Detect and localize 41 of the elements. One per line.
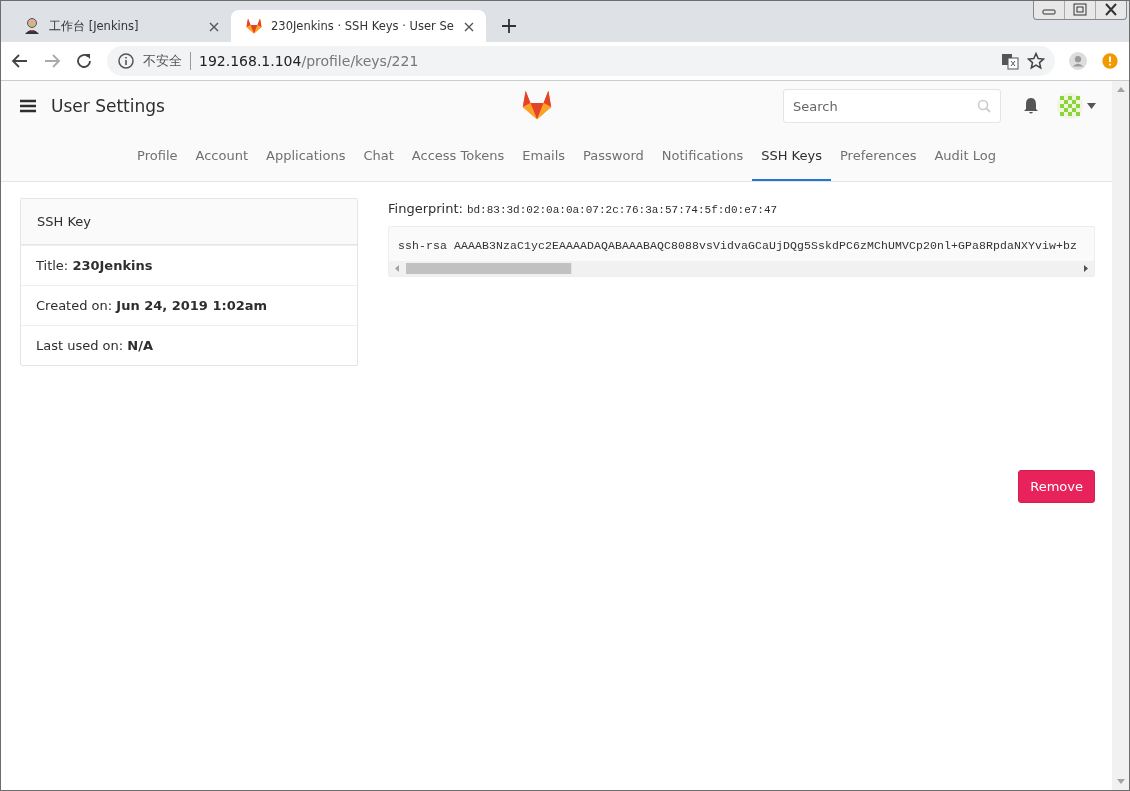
nav-tab[interactable]: Audit Log: [925, 131, 1005, 181]
person-icon: [23, 17, 41, 35]
nav-tab[interactable]: Preferences: [830, 131, 926, 181]
browser-tab[interactable]: 工作台 [Jenkins]: [9, 10, 231, 42]
close-icon[interactable]: [463, 21, 474, 32]
page-title: User Settings: [51, 96, 165, 116]
key-detail: Last used on: N/A: [21, 325, 357, 365]
translate-icon[interactable]: [1001, 52, 1019, 70]
nav-tab[interactable]: SSH Keys: [752, 131, 831, 181]
nav-tab[interactable]: Chat: [354, 131, 403, 181]
close-icon[interactable]: [209, 21, 219, 32]
search-field[interactable]: Search: [783, 89, 1001, 123]
key-detail: Title: 230Jenkins: [21, 245, 357, 285]
nav-tab[interactable]: Notifications: [652, 131, 753, 181]
address-bar[interactable]: 不安全 192.168.1.104/profile/keys/221: [107, 46, 1055, 76]
nav-tab[interactable]: Access Tokens: [402, 131, 514, 181]
back-arrow-icon[interactable]: [11, 52, 29, 70]
nav-tab[interactable]: Profile: [128, 131, 187, 181]
url-text: 192.168.1.104/profile/keys/221: [199, 53, 419, 69]
key-detail: Created on: Jun 24, 2019 1:02am: [21, 285, 357, 325]
nav-tab[interactable]: Emails: [513, 131, 575, 181]
caret-icon[interactable]: [1087, 103, 1096, 109]
browser-tab[interactable]: 230Jenkins · SSH Keys · User Se: [231, 10, 486, 42]
nav-tab[interactable]: Password: [574, 131, 653, 181]
profile-icon[interactable]: [1069, 52, 1087, 70]
reload-icon[interactable]: [75, 52, 93, 70]
nav-tab[interactable]: Account: [186, 131, 258, 181]
bell-icon[interactable]: [1023, 97, 1039, 115]
card-heading: SSH Key: [21, 199, 357, 245]
star-icon[interactable]: [1027, 52, 1045, 70]
security-label: 不安全: [143, 52, 191, 70]
fox-logo-icon: [245, 17, 263, 35]
info-icon: [117, 52, 135, 70]
menu-icon[interactable]: [20, 99, 36, 113]
fingerprint-text: Fingerprint: bd:83:3d:02:0a:0a:07:2c:76:3a:57:74:5f:d0:e7:47: [388, 200, 779, 218]
horizontal-scrollbar[interactable]: [389, 261, 1094, 276]
public-key-text: ssh-rsa AAAAB3NzaC1yc2EAAAADAQABAAABAQC8088vsVidvaGCaUjDQg5SskdPC6zMChUMVCp20nl+GPa8RpdaNXYviw+bz: [397, 238, 1079, 254]
remove-button[interactable]: Remove: [1018, 470, 1095, 503]
search-icon: [977, 99, 991, 113]
new-tab-icon[interactable]: [499, 17, 518, 35]
nav-tab[interactable]: Applications: [257, 131, 355, 181]
